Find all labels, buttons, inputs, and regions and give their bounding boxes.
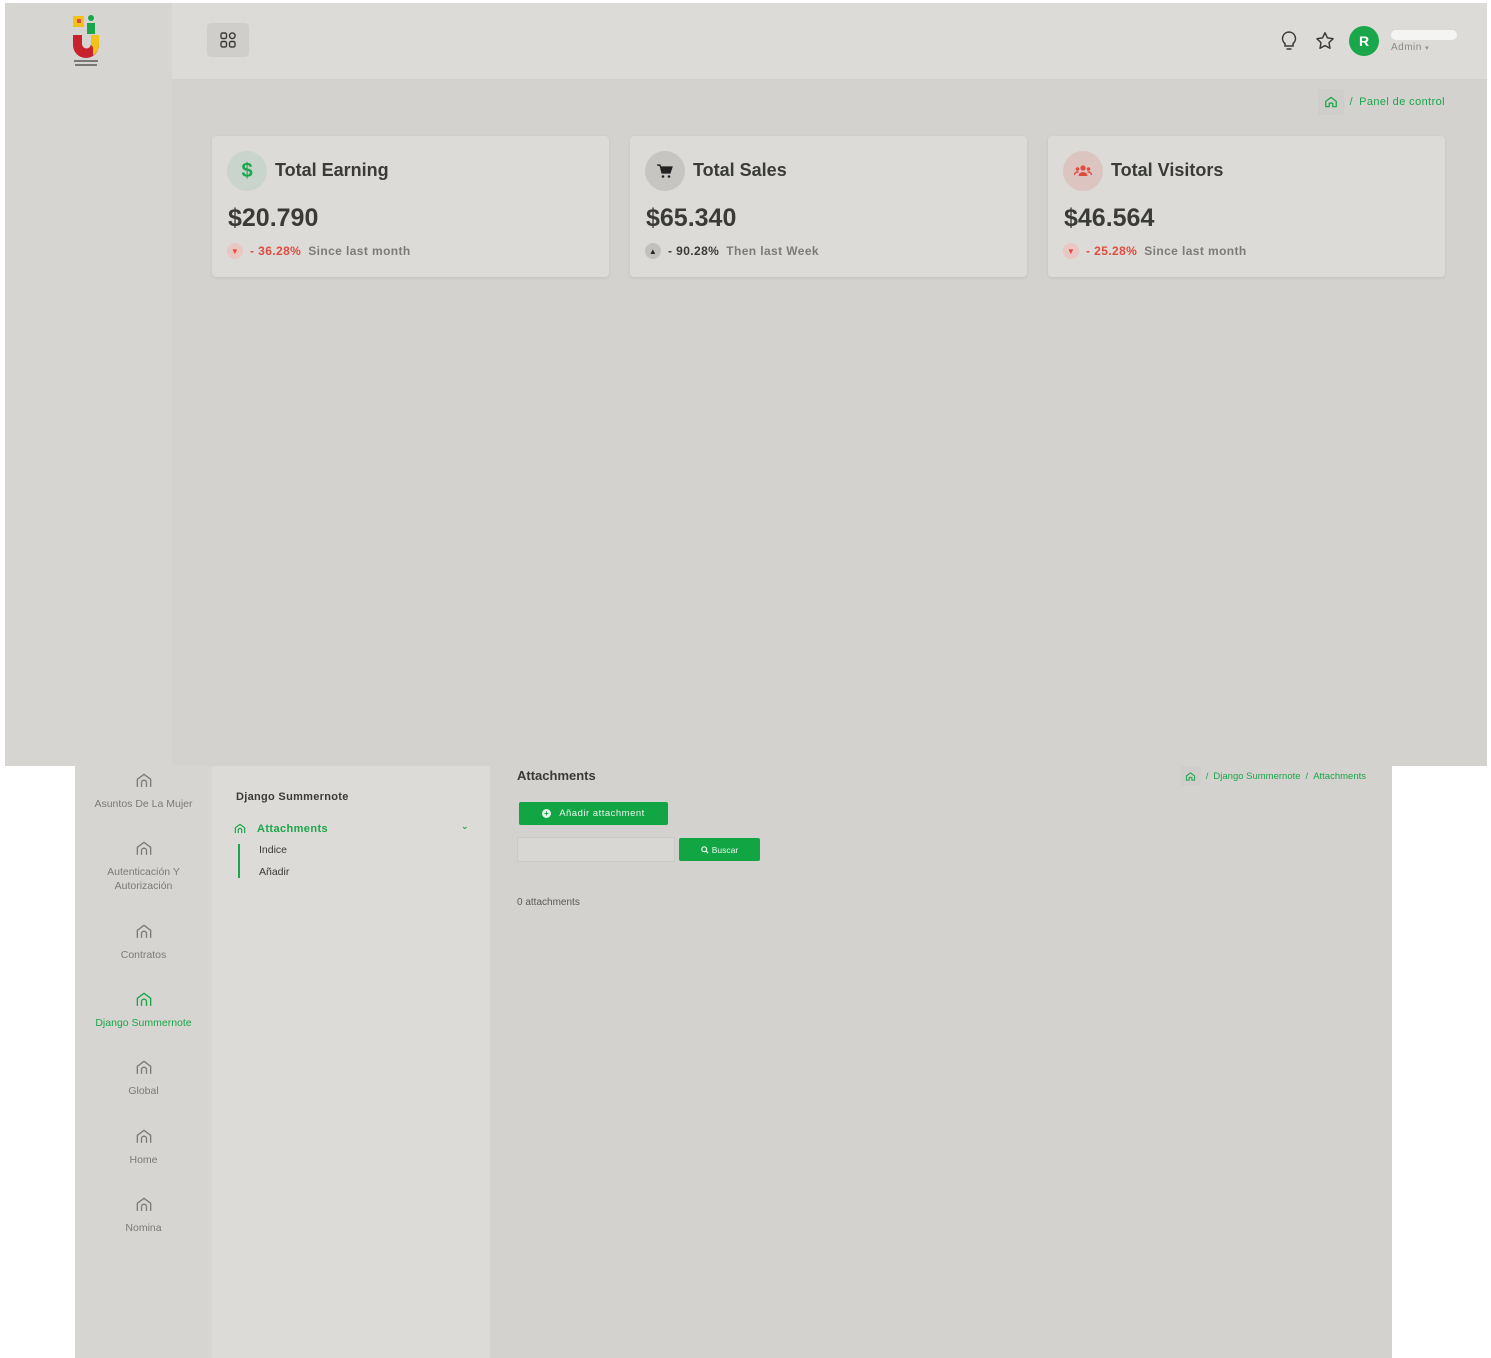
attachments-screen: Asuntos De La Mujer Autenticación Y Auto… — [75, 766, 1392, 1358]
rail-item-label: Asuntos De La Mujer — [94, 798, 193, 810]
card-trend: ▲ - 90.28% Then last Week — [645, 243, 819, 259]
trend-text: Since last month — [308, 244, 411, 258]
rail-item-contratos[interactable]: Contratos — [75, 922, 212, 962]
search-button-label: Buscar — [711, 844, 739, 855]
home-icon — [136, 1060, 151, 1074]
page-title: Attachments — [517, 768, 596, 783]
users-icon — [1063, 151, 1103, 191]
rail-item-label: Nomina — [125, 1222, 162, 1234]
trend-down-icon: ▼ — [1063, 243, 1079, 259]
sidebar-link-anadir[interactable]: Añadir — [259, 866, 289, 878]
app-name: Django Summernote — [236, 791, 349, 803]
top-header: R Admin ▾ — [172, 3, 1487, 79]
sidebar-item-label: Attachments — [257, 823, 329, 835]
stats-cards: $ Total Earning $20.790 ▼ - 36.28% Since… — [212, 136, 1445, 277]
breadcrumb-current[interactable]: Panel de control — [1359, 96, 1445, 108]
home-icon — [136, 992, 151, 1006]
dollar-icon: $ — [227, 151, 267, 191]
home-icon — [234, 823, 246, 834]
lightbulb-icon — [1281, 31, 1297, 50]
menu-toggle-button[interactable] — [207, 23, 249, 57]
card-total-visitors: Total Visitors $46.564 ▼ - 25.28% Since … — [1048, 136, 1445, 277]
rail-item-label: Django Summernote — [95, 1017, 192, 1029]
home-icon — [1324, 96, 1337, 108]
search-icon — [700, 845, 709, 854]
plus-circle-icon: + — [542, 809, 552, 818]
rail-item-label: Contratos — [120, 949, 167, 961]
rail-item-label: Home — [129, 1154, 158, 1166]
breadcrumb-separator: / — [1349, 96, 1354, 108]
favorites-button[interactable] — [1313, 29, 1337, 53]
cart-icon — [645, 151, 685, 191]
breadcrumb: / Django Summernote / Attachments — [1180, 766, 1366, 786]
rail-item-asuntos-de-la-mujer[interactable]: Asuntos De La Mujer — [75, 771, 212, 811]
add-attachment-label: Añadir attachment — [559, 808, 645, 819]
home-icon — [1186, 771, 1196, 781]
breadcrumb-home[interactable] — [1180, 766, 1201, 786]
card-trend: ▼ - 36.28% Since last month — [227, 243, 411, 259]
trend-text: Since last month — [1144, 244, 1247, 258]
sidebar-item-attachments[interactable]: Attachments ⌄ — [233, 821, 469, 837]
search-button[interactable]: Buscar — [679, 838, 760, 861]
rail-item-autenticacion[interactable]: Autenticación Y Autorización — [75, 839, 212, 893]
card-amount: $65.340 — [646, 204, 737, 232]
rail-item-django-summernote[interactable]: Django Summernote — [75, 990, 212, 1030]
breadcrumb-separator: / — [1305, 770, 1309, 782]
card-amount: $20.790 — [228, 204, 319, 232]
add-attachment-button[interactable]: + Añadir attachment — [519, 802, 668, 825]
apps-rail: Asuntos De La Mujer Autenticación Y Auto… — [75, 766, 212, 1358]
card-total-sales: Total Sales $65.340 ▲ - 90.28% Then last… — [630, 136, 1027, 277]
trend-value: - 36.28% — [250, 244, 302, 258]
trend-down-icon: ▼ — [227, 243, 243, 259]
rail-item-global[interactable]: Global — [75, 1058, 212, 1098]
card-title: Total Earning — [275, 160, 389, 180]
chevron-down-icon[interactable]: ⌄ — [461, 821, 469, 832]
rail-item-label: Global — [128, 1085, 159, 1097]
user-menu[interactable]: Admin ▾ — [1391, 29, 1463, 53]
breadcrumb-app[interactable]: Django Summernote — [1213, 771, 1300, 782]
rail-item-home[interactable]: Home — [75, 1127, 212, 1167]
user-name-redacted — [1391, 29, 1457, 40]
app-sidebar: Django Summernote Attachments ⌄ Indice A… — [212, 766, 490, 1358]
card-title: Total Sales — [693, 160, 787, 180]
card-trend: ▼ - 25.28% Since last month — [1063, 243, 1247, 259]
user-avatar[interactable]: R — [1349, 26, 1379, 56]
sidebar-link-indice[interactable]: Indice — [259, 844, 287, 856]
caret-down-icon: ▾ — [1425, 44, 1430, 52]
rail-item-nomina[interactable]: Nomina — [75, 1195, 212, 1235]
submenu-indicator — [238, 844, 240, 878]
grid-icon — [220, 32, 236, 48]
home-icon — [136, 773, 151, 787]
home-icon — [136, 924, 151, 938]
side-rail — [5, 3, 172, 766]
result-count: 0 attachments — [517, 897, 580, 908]
trend-up-icon: ▲ — [645, 243, 661, 259]
card-amount: $46.564 — [1064, 204, 1155, 232]
breadcrumb: / Panel de control — [1317, 89, 1445, 115]
dashboard-screen: R Admin ▾ / Panel de control $ Total Ear… — [5, 3, 1487, 766]
card-title: Total Visitors — [1111, 160, 1224, 180]
card-total-earning: $ Total Earning $20.790 ▼ - 36.28% Since… — [212, 136, 609, 277]
trend-value: - 90.28% — [668, 244, 720, 258]
user-role: Admin ▾ — [1391, 41, 1430, 53]
breadcrumb-home[interactable] — [1317, 89, 1344, 115]
home-icon — [136, 1197, 151, 1211]
trend-value: - 25.28% — [1086, 244, 1138, 258]
rail-item-label: Autenticación Y Autorización — [107, 866, 180, 892]
breadcrumb-current[interactable]: Attachments — [1313, 771, 1366, 782]
brand-logo[interactable] — [71, 14, 101, 68]
trend-text: Then last Week — [726, 244, 819, 258]
search-input[interactable] — [517, 837, 675, 862]
star-icon — [1316, 32, 1334, 49]
breadcrumb-separator: / — [1205, 770, 1209, 782]
home-icon — [136, 1129, 151, 1143]
lightbulb-button[interactable] — [1277, 29, 1301, 53]
home-icon — [136, 841, 151, 855]
